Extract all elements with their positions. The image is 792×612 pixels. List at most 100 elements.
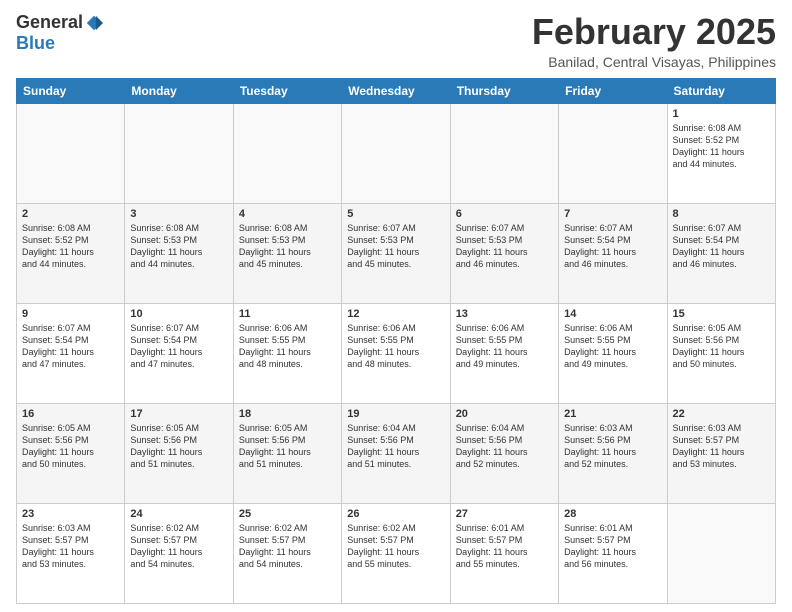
title-block: February 2025 Banilad, Central Visayas, … [532,12,776,70]
day-info: Sunrise: 6:01 AM Sunset: 5:57 PM Dayligh… [456,522,553,571]
table-row: 11 Sunrise: 6:06 AM Sunset: 5:55 PM Dayli… [233,303,341,403]
day-number: 6 [456,208,553,220]
day-number: 13 [456,308,553,320]
day-number: 10 [130,308,227,320]
table-row [233,103,341,203]
day-info: Sunrise: 6:03 AM Sunset: 5:56 PM Dayligh… [564,422,661,471]
day-info: Sunrise: 6:07 AM Sunset: 5:54 PM Dayligh… [22,322,119,371]
day-number: 25 [239,508,336,520]
table-row: 22 Sunrise: 6:03 AM Sunset: 5:57 PM Dayli… [667,403,775,503]
col-saturday: Saturday [667,78,775,103]
table-row: 27Sunrise: 6:01 AM Sunset: 5:57 PM Dayli… [450,503,558,603]
day-info: Sunrise: 6:07 AM Sunset: 5:54 PM Dayligh… [564,222,661,271]
day-number: 11 [239,308,336,320]
location-subtitle: Banilad, Central Visayas, Philippines [532,54,776,70]
header: General Blue February 2025 Banilad, Cent… [16,12,776,70]
table-row: 15 Sunrise: 6:05 AM Sunset: 5:56 PM Dayli… [667,303,775,403]
table-row: 24 Sunrise: 6:02 AM Sunset: 5:57 PM Dayli… [125,503,233,603]
day-info: Sunrise: 6:04 AM Sunset: 5:56 PM Dayligh… [347,422,444,471]
col-thursday: Thursday [450,78,558,103]
day-info: Sunrise: 6:05 AM Sunset: 5:56 PM Dayligh… [673,322,770,371]
col-wednesday: Wednesday [342,78,450,103]
logo: General Blue [16,12,103,54]
day-info: Sunrise: 6:05 AM Sunset: 5:56 PM Dayligh… [239,422,336,471]
table-row: 19Sunrise: 6:04 AM Sunset: 5:56 PM Dayli… [342,403,450,503]
table-row: 7 Sunrise: 6:07 AM Sunset: 5:54 PM Daylig… [559,203,667,303]
day-number: 24 [130,508,227,520]
table-row: 9 Sunrise: 6:07 AM Sunset: 5:54 PM Daylig… [17,303,125,403]
table-row [125,103,233,203]
day-number: 7 [564,208,661,220]
day-number: 18 [239,408,336,420]
day-info: Sunrise: 6:08 AM Sunset: 5:53 PM Dayligh… [239,222,336,271]
day-info: Sunrise: 6:05 AM Sunset: 5:56 PM Dayligh… [22,422,119,471]
day-info: Sunrise: 6:06 AM Sunset: 5:55 PM Dayligh… [347,322,444,371]
table-row: 10 Sunrise: 6:07 AM Sunset: 5:54 PM Dayli… [125,303,233,403]
table-row: 23 Sunrise: 6:03 AM Sunset: 5:57 PM Dayli… [17,503,125,603]
calendar-week-row: 2 Sunrise: 6:08 AM Sunset: 5:52 PM Daylig… [17,203,776,303]
calendar-header-row: Sunday Monday Tuesday Wednesday Thursday… [17,78,776,103]
day-info: Sunrise: 6:07 AM Sunset: 5:54 PM Dayligh… [130,322,227,371]
table-row [342,103,450,203]
table-row: 17 Sunrise: 6:05 AM Sunset: 5:56 PM Dayli… [125,403,233,503]
logo-blue-text: Blue [16,33,55,53]
table-row: 3Sunrise: 6:08 AM Sunset: 5:53 PM Daylig… [125,203,233,303]
logo-general-text: General [16,12,83,33]
day-number: 14 [564,308,661,320]
col-tuesday: Tuesday [233,78,341,103]
table-row: 1Sunrise: 6:08 AM Sunset: 5:52 PM Daylig… [667,103,775,203]
table-row [667,503,775,603]
day-number: 20 [456,408,553,420]
day-info: Sunrise: 6:03 AM Sunset: 5:57 PM Dayligh… [22,522,119,571]
day-number: 4 [239,208,336,220]
day-info: Sunrise: 6:08 AM Sunset: 5:52 PM Dayligh… [22,222,119,271]
calendar-week-row: 9 Sunrise: 6:07 AM Sunset: 5:54 PM Daylig… [17,303,776,403]
day-number: 9 [22,308,119,320]
table-row: 28Sunrise: 6:01 AM Sunset: 5:57 PM Dayli… [559,503,667,603]
table-row: 14 Sunrise: 6:06 AM Sunset: 5:55 PM Dayli… [559,303,667,403]
day-number: 15 [673,308,770,320]
day-number: 26 [347,508,444,520]
table-row: 20 Sunrise: 6:04 AM Sunset: 5:56 PM Dayli… [450,403,558,503]
table-row: 5Sunrise: 6:07 AM Sunset: 5:53 PM Daylig… [342,203,450,303]
table-row: 4 Sunrise: 6:08 AM Sunset: 5:53 PM Daylig… [233,203,341,303]
day-number: 21 [564,408,661,420]
table-row: 26 Sunrise: 6:02 AM Sunset: 5:57 PM Dayli… [342,503,450,603]
day-number: 5 [347,208,444,220]
table-row: 13Sunrise: 6:06 AM Sunset: 5:55 PM Dayli… [450,303,558,403]
day-info: Sunrise: 6:02 AM Sunset: 5:57 PM Dayligh… [130,522,227,571]
day-number: 17 [130,408,227,420]
table-row: 16 Sunrise: 6:05 AM Sunset: 5:56 PM Dayli… [17,403,125,503]
logo-icon [85,14,103,32]
day-number: 16 [22,408,119,420]
col-monday: Monday [125,78,233,103]
day-info: Sunrise: 6:06 AM Sunset: 5:55 PM Dayligh… [239,322,336,371]
day-info: Sunrise: 6:08 AM Sunset: 5:53 PM Dayligh… [130,222,227,271]
table-row [559,103,667,203]
day-number: 22 [673,408,770,420]
day-info: Sunrise: 6:04 AM Sunset: 5:56 PM Dayligh… [456,422,553,471]
table-row: 21 Sunrise: 6:03 AM Sunset: 5:56 PM Dayli… [559,403,667,503]
table-row: 8Sunrise: 6:07 AM Sunset: 5:54 PM Daylig… [667,203,775,303]
day-number: 23 [22,508,119,520]
month-title: February 2025 [532,12,776,52]
day-info: Sunrise: 6:06 AM Sunset: 5:55 PM Dayligh… [564,322,661,371]
day-info: Sunrise: 6:02 AM Sunset: 5:57 PM Dayligh… [347,522,444,571]
calendar-week-row: 16 Sunrise: 6:05 AM Sunset: 5:56 PM Dayli… [17,403,776,503]
table-row: 12 Sunrise: 6:06 AM Sunset: 5:55 PM Dayli… [342,303,450,403]
page: General Blue February 2025 Banilad, Cent… [0,0,792,612]
col-sunday: Sunday [17,78,125,103]
day-info: Sunrise: 6:05 AM Sunset: 5:56 PM Dayligh… [130,422,227,471]
calendar-week-row: 1Sunrise: 6:08 AM Sunset: 5:52 PM Daylig… [17,103,776,203]
day-number: 12 [347,308,444,320]
day-info: Sunrise: 6:07 AM Sunset: 5:54 PM Dayligh… [673,222,770,271]
table-row: 2 Sunrise: 6:08 AM Sunset: 5:52 PM Daylig… [17,203,125,303]
day-info: Sunrise: 6:07 AM Sunset: 5:53 PM Dayligh… [456,222,553,271]
day-info: Sunrise: 6:03 AM Sunset: 5:57 PM Dayligh… [673,422,770,471]
col-friday: Friday [559,78,667,103]
calendar-week-row: 23 Sunrise: 6:03 AM Sunset: 5:57 PM Dayli… [17,503,776,603]
day-number: 2 [22,208,119,220]
table-row [450,103,558,203]
table-row: 18 Sunrise: 6:05 AM Sunset: 5:56 PM Dayli… [233,403,341,503]
day-info: Sunrise: 6:02 AM Sunset: 5:57 PM Dayligh… [239,522,336,571]
